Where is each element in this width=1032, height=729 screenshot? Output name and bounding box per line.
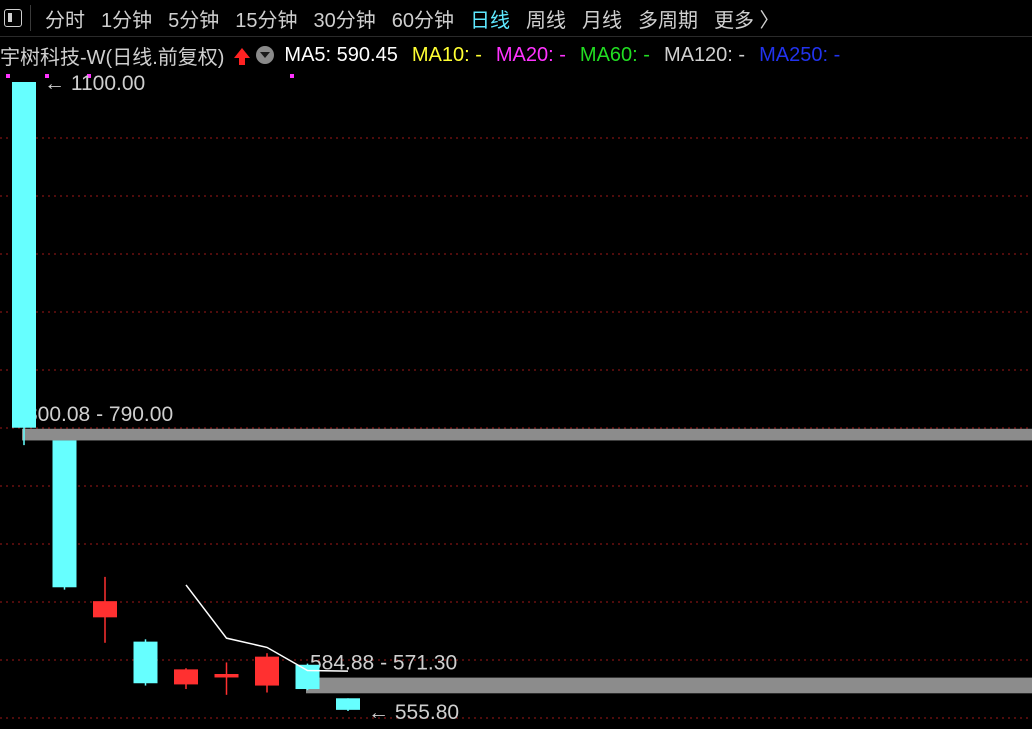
price-band-label: 800.08 - 790.00 bbox=[26, 403, 173, 426]
price-band bbox=[306, 677, 1032, 694]
candle-body bbox=[133, 641, 158, 684]
candle-body bbox=[295, 664, 320, 690]
price-band bbox=[22, 428, 1032, 441]
candle-body bbox=[12, 82, 36, 428]
event-marker bbox=[6, 74, 10, 78]
candle-body bbox=[255, 656, 279, 686]
event-marker bbox=[290, 74, 294, 78]
candle-body bbox=[93, 601, 117, 618]
candle-body bbox=[214, 674, 239, 678]
price-annotation: ← 555.80 bbox=[368, 701, 459, 724]
price-annotation: ← 1100.00 bbox=[44, 72, 145, 95]
kline-chart[interactable]: 800.08 - 790.00584.88 - 571.30← 1100.00←… bbox=[0, 0, 1032, 729]
candle-body bbox=[52, 440, 77, 588]
candle-body bbox=[174, 669, 198, 685]
candle-body bbox=[336, 698, 360, 710]
